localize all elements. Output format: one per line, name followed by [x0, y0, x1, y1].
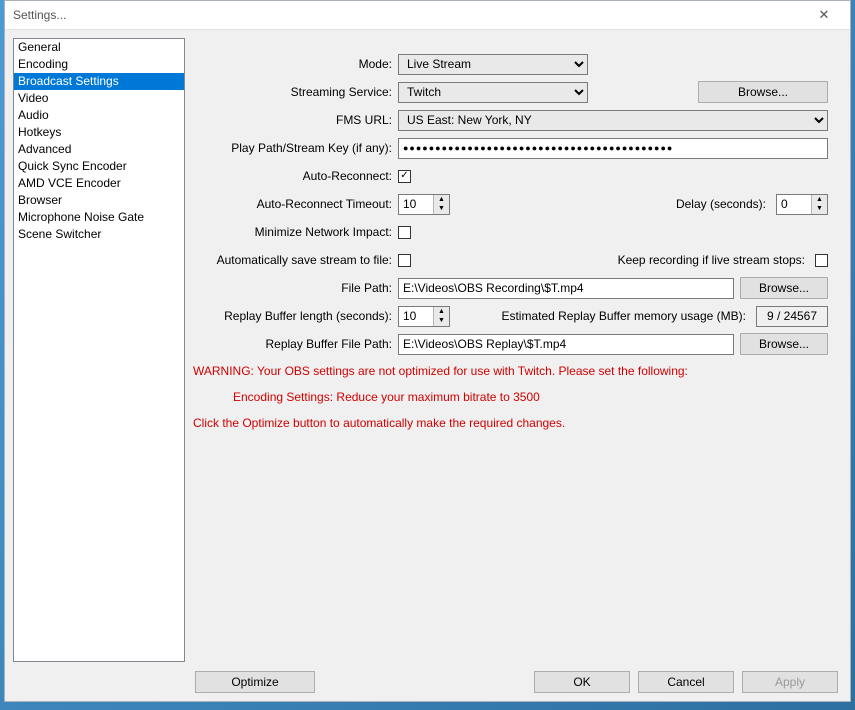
keep-recording-checkbox[interactable]: [815, 254, 828, 267]
fms-url-select[interactable]: US East: New York, NY: [398, 110, 828, 131]
streaming-service-label: Streaming Service:: [193, 85, 398, 99]
est-replay-usage-label: Estimated Replay Buffer memory usage (MB…: [501, 309, 750, 323]
delay-spinner[interactable]: ▲ ▼: [776, 194, 828, 215]
warning-line-1: WARNING: Your OBS settings are not optim…: [193, 362, 828, 380]
sidebar-item-video[interactable]: Video: [14, 90, 184, 107]
keep-recording-label: Keep recording if live stream stops:: [618, 253, 809, 267]
spinner-down-icon[interactable]: ▼: [434, 204, 449, 214]
optimize-button[interactable]: Optimize: [195, 671, 315, 693]
sidebar-item-microphone-noise-gate[interactable]: Microphone Noise Gate: [14, 209, 184, 226]
browse-service-button[interactable]: Browse...: [698, 81, 828, 103]
spinner-down-icon[interactable]: ▼: [434, 316, 449, 326]
ok-button[interactable]: OK: [534, 671, 630, 693]
auto-reconnect-timeout-input[interactable]: [399, 195, 433, 214]
browse-file-path-button[interactable]: Browse...: [740, 277, 828, 299]
stream-key-input[interactable]: [398, 138, 828, 159]
delay-input[interactable]: [777, 195, 811, 214]
mode-label: Mode:: [193, 57, 398, 71]
sidebar-item-hotkeys[interactable]: Hotkeys: [14, 124, 184, 141]
sidebar-item-advanced[interactable]: Advanced: [14, 141, 184, 158]
auto-reconnect-timeout-spinner[interactable]: ▲ ▼: [398, 194, 450, 215]
replay-buffer-length-spinner[interactable]: ▲ ▼: [398, 306, 450, 327]
settings-window: Settings... ✕ GeneralEncodingBroadcast S…: [4, 0, 851, 702]
cancel-button[interactable]: Cancel: [638, 671, 734, 693]
auto-reconnect-timeout-label: Auto-Reconnect Timeout:: [193, 197, 398, 211]
auto-save-label: Automatically save stream to file:: [193, 253, 398, 267]
replay-buffer-length-label: Replay Buffer length (seconds):: [193, 309, 398, 323]
mode-select[interactable]: Live Stream: [398, 54, 588, 75]
warning-block: WARNING: Your OBS settings are not optim…: [193, 362, 828, 432]
settings-category-list[interactable]: GeneralEncodingBroadcast SettingsVideoAu…: [13, 38, 185, 662]
replay-file-path-input[interactable]: [398, 334, 734, 355]
file-path-label: File Path:: [193, 281, 398, 295]
file-path-input[interactable]: [398, 278, 734, 299]
replay-file-path-label: Replay Buffer File Path:: [193, 337, 398, 351]
warning-line-3: Click the Optimize button to automatical…: [193, 414, 828, 432]
sidebar-item-quick-sync-encoder[interactable]: Quick Sync Encoder: [14, 158, 184, 175]
est-replay-usage-value: 9 / 24567: [756, 306, 828, 327]
streaming-service-select[interactable]: Twitch: [398, 82, 588, 103]
replay-buffer-length-input[interactable]: [399, 307, 433, 326]
browse-replay-path-button[interactable]: Browse...: [740, 333, 828, 355]
spinner-down-icon[interactable]: ▼: [812, 204, 827, 214]
auto-save-checkbox[interactable]: [398, 254, 411, 267]
sidebar-item-scene-switcher[interactable]: Scene Switcher: [14, 226, 184, 243]
spinner-up-icon[interactable]: ▲: [434, 195, 449, 205]
minimize-network-checkbox[interactable]: [398, 226, 411, 239]
sidebar-item-broadcast-settings[interactable]: Broadcast Settings: [14, 73, 184, 90]
auto-reconnect-checkbox[interactable]: ✓: [398, 170, 411, 183]
sidebar-item-amd-vce-encoder[interactable]: AMD VCE Encoder: [14, 175, 184, 192]
dialog-button-bar: Optimize OK Cancel Apply: [5, 669, 850, 701]
window-title: Settings...: [13, 8, 802, 22]
spinner-up-icon[interactable]: ▲: [812, 195, 827, 205]
sidebar-item-audio[interactable]: Audio: [14, 107, 184, 124]
spinner-up-icon[interactable]: ▲: [434, 307, 449, 317]
sidebar-item-general[interactable]: General: [14, 39, 184, 56]
stream-key-label: Play Path/Stream Key (if any):: [193, 141, 398, 155]
auto-reconnect-label: Auto-Reconnect:: [193, 169, 398, 183]
apply-button[interactable]: Apply: [742, 671, 838, 693]
close-icon[interactable]: ✕: [802, 5, 846, 25]
sidebar-item-encoding[interactable]: Encoding: [14, 56, 184, 73]
minimize-network-label: Minimize Network Impact:: [193, 225, 398, 239]
titlebar: Settings... ✕: [5, 1, 850, 29]
delay-label: Delay (seconds):: [676, 197, 770, 211]
fms-url-label: FMS URL:: [193, 113, 398, 127]
sidebar-item-browser[interactable]: Browser: [14, 192, 184, 209]
warning-line-2: Encoding Settings: Reduce your maximum b…: [193, 388, 828, 406]
